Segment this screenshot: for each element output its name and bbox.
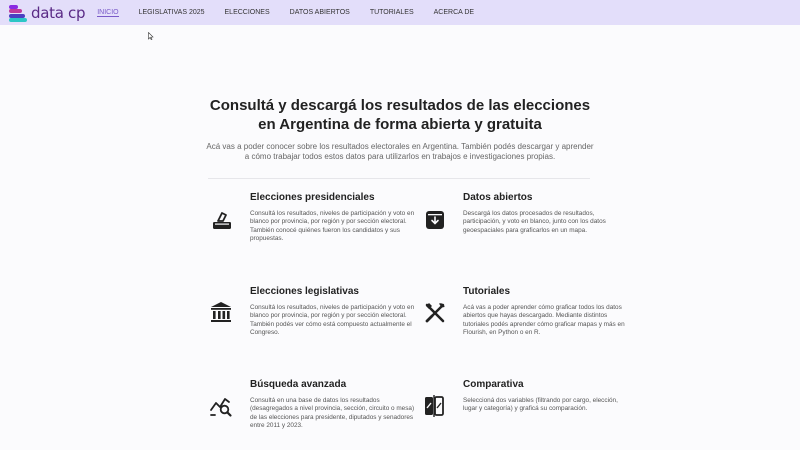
brand-name: data cp xyxy=(31,3,86,22)
card-description: Descargá los datos procesados de resulta… xyxy=(463,210,606,234)
nav-link-datos-abiertos[interactable]: DATOS ABIERTOS xyxy=(290,0,350,25)
hero-subtitle-line-1: Acá vas a poder conocer sobre los result… xyxy=(206,142,594,151)
card-description: Consultá los resultados, niveles de part… xyxy=(250,304,415,337)
hero-subtitle-line-2: a cómo trabajar todos estos datos para u… xyxy=(244,152,556,161)
card-title: Comparativa xyxy=(463,379,524,390)
tools-icon xyxy=(425,303,445,323)
congress-building-icon xyxy=(211,302,231,322)
card-title: Elecciones legislativas xyxy=(250,286,359,297)
mouse-cursor-icon xyxy=(148,32,154,40)
nav-link-elecciones[interactable]: ELECCIONES xyxy=(225,0,270,25)
card-description: Seleccioná dos variables (filtrando por … xyxy=(463,397,618,413)
nav-link-inicio[interactable]: INICIO xyxy=(97,0,120,25)
archive-download-icon xyxy=(426,211,444,229)
card-title: Búsqueda avanzada xyxy=(250,379,347,390)
ballot-box-icon xyxy=(213,212,231,229)
card-tutoriales[interactable]: Tutoriales Acá vas a poder aprender cómo… xyxy=(463,286,633,338)
hero-subtitle: Acá vas a poder conocer sobre los result… xyxy=(0,142,800,162)
nav-link-legislativas-2025[interactable]: LEGISLATIVAS 2025 xyxy=(139,0,205,25)
hero-title-line-2: en Argentina de forma abierta y gratuita xyxy=(258,116,542,133)
main-nav: INICIO LEGISLATIVAS 2025 ELECCIONES DATO… xyxy=(97,0,494,25)
card-elecciones-legislativas[interactable]: Elecciones legislativas Consultá los res… xyxy=(250,286,420,338)
section-divider xyxy=(208,178,590,179)
brand-logo[interactable]: data cp xyxy=(9,0,86,25)
card-description: Consultá los resultados, niveles de part… xyxy=(250,210,415,243)
card-title: Elecciones presidenciales xyxy=(250,192,375,203)
card-elecciones-presidenciales[interactable]: Elecciones presidenciales Consultá los r… xyxy=(250,192,420,244)
card-title: Tutoriales xyxy=(463,286,511,297)
card-busqueda-avanzada[interactable]: Búsqueda avanzada Consultá en una base d… xyxy=(250,379,420,431)
hero-title: Consultá y descargá los resultados de la… xyxy=(0,96,800,134)
chart-search-icon xyxy=(210,398,232,417)
card-description: Acá vas a poder aprender cómo graficar t… xyxy=(463,304,625,337)
card-title: Datos abiertos xyxy=(463,192,533,203)
compare-icon xyxy=(425,395,444,417)
nav-link-acerca-de[interactable]: ACERCA DE xyxy=(434,0,474,25)
card-description: Consultá en una base de datos los result… xyxy=(250,397,415,430)
card-comparativa[interactable]: Comparativa Seleccioná dos variables (fi… xyxy=(463,379,633,414)
hero-section: Consultá y descargá los resultados de la… xyxy=(0,96,800,162)
logo-mark-icon xyxy=(9,4,27,22)
hero-title-line-1: Consultá y descargá los resultados de la… xyxy=(209,97,591,114)
nav-link-tutoriales[interactable]: TUTORIALES xyxy=(370,0,414,25)
top-navbar: data cp INICIO LEGISLATIVAS 2025 ELECCIO… xyxy=(0,0,800,25)
card-datos-abiertos[interactable]: Datos abiertos Descargá los datos proces… xyxy=(463,192,633,235)
